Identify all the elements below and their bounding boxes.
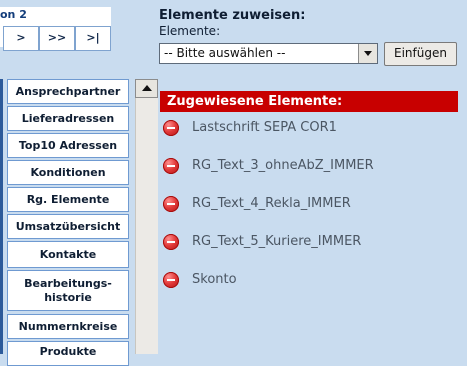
next-page-button[interactable]: > xyxy=(3,26,39,51)
remove-icon[interactable] xyxy=(163,234,179,250)
assigned-item-label: Skonto xyxy=(192,272,237,287)
nav-item-ansprechpartner[interactable]: Ansprechpartner xyxy=(7,79,129,104)
nav-item-rg-elemente[interactable]: Rg. Elemente xyxy=(7,187,129,212)
assigned-item-label: Lastschrift SEPA COR1 xyxy=(192,120,337,135)
last-page-button[interactable]: >| xyxy=(75,26,111,51)
vertical-scrollbar[interactable] xyxy=(135,79,158,354)
remove-icon[interactable] xyxy=(163,196,179,212)
remove-icon[interactable] xyxy=(163,272,179,288)
insert-button[interactable]: Einfügen xyxy=(384,42,457,66)
left-edge-strip xyxy=(0,79,3,354)
remove-icon[interactable] xyxy=(163,120,179,136)
assigned-elements-header: Zugewiesene Elemente: xyxy=(160,91,458,112)
remove-icon[interactable] xyxy=(163,158,179,174)
scroll-up-icon[interactable] xyxy=(135,79,158,98)
nav-item-top10-adressen[interactable]: Top10 Adressen xyxy=(7,133,129,158)
nav-item-lieferadressen[interactable]: Lieferadressen xyxy=(7,106,129,131)
elements-select[interactable]: -- Bitte auswählen -- xyxy=(159,43,378,64)
elements-field-label: Elemente: xyxy=(159,24,221,38)
skip-forward-button[interactable]: >> xyxy=(39,26,75,51)
elements-select-value: -- Bitte auswählen -- xyxy=(164,46,286,60)
assign-elements-title: Elemente zuweisen: xyxy=(159,8,306,23)
pagination-bar: on 2 > >> >| xyxy=(0,7,111,51)
assigned-item-label: RG_Text_5_Kuriere_IMMER xyxy=(192,234,362,249)
nav-item-nummernkreise[interactable]: Nummernkreise xyxy=(7,314,129,339)
nav-item-kontakte[interactable]: Kontakte xyxy=(7,241,129,268)
nav-item-umsatzuebersicht[interactable]: Umsatzübersicht xyxy=(7,214,129,239)
chevron-down-icon[interactable] xyxy=(358,44,377,63)
assigned-item-label: RG_Text_4_Rekla_IMMER xyxy=(192,196,351,211)
assigned-item-label: RG_Text_3_ohneAbZ_IMMER xyxy=(192,158,374,173)
page-indicator: on 2 xyxy=(0,8,27,21)
nav-item-bearbeitungshistorie[interactable]: Bearbeitungs-historie xyxy=(7,270,129,311)
nav-item-konditionen[interactable]: Konditionen xyxy=(7,160,129,185)
